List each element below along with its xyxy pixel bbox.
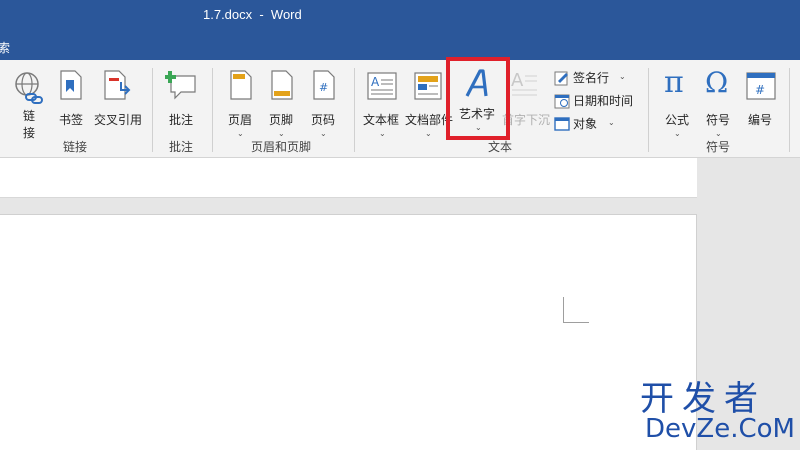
svg-text:A: A xyxy=(511,70,524,91)
date-time-button[interactable]: 日期和时间 xyxy=(553,92,637,110)
footer-button[interactable]: 页脚 ⌄ xyxy=(264,68,300,140)
footer-label: 页脚 xyxy=(269,113,294,127)
bookmark-button[interactable]: 书签 xyxy=(56,68,86,128)
footer-chevron-icon: ⌄ xyxy=(278,129,285,138)
tab-search-partial[interactable]: 索 xyxy=(0,39,10,56)
calendar-icon xyxy=(554,94,570,109)
separator xyxy=(789,68,790,152)
page-number-chevron-icon: ⌄ xyxy=(320,129,327,138)
header-icon xyxy=(230,70,252,100)
object-button[interactable]: 对象 ⌄ xyxy=(553,115,623,133)
pi-icon: π xyxy=(664,65,684,100)
svg-text:A: A xyxy=(371,75,380,89)
previous-page-bottom xyxy=(0,158,697,198)
wordart-highlight-box xyxy=(446,57,510,140)
symbol-label: 符号 xyxy=(706,113,731,127)
signature-line-icon xyxy=(554,71,568,86)
textbox-icon: A xyxy=(367,72,397,100)
object-icon xyxy=(554,117,570,131)
equation-button[interactable]: π 公式 ⌄ xyxy=(660,65,696,140)
object-chevron-icon: ⌄ xyxy=(608,118,615,127)
drop-cap-icon: A xyxy=(511,70,537,96)
textbox-button[interactable]: A 文本框 ⌄ xyxy=(362,68,402,140)
watermark-line2: DevZe.CoM xyxy=(645,414,795,444)
bookmark-icon xyxy=(60,70,82,100)
page-number-button[interactable]: # 页码 ⌄ xyxy=(306,68,342,140)
comment-icon xyxy=(165,71,196,100)
symbol-chevron-icon: ⌄ xyxy=(715,129,722,138)
watermark-line1: 开发者 xyxy=(640,379,766,419)
new-comment-button[interactable]: 批注 xyxy=(163,68,199,128)
ribbon: 链 接 书签 交叉引用 链接 批注 批注 页眉 ⌄ 页脚 ⌄ # 页码 ⌄ 页眉… xyxy=(0,60,800,158)
link-label-line2: 接 xyxy=(23,126,36,140)
quick-parts-button[interactable]: 文档部件 ⌄ xyxy=(404,68,453,140)
cross-reference-icon xyxy=(104,70,131,100)
separator xyxy=(354,68,355,152)
symbol-button[interactable]: Ω 符号 ⌄ xyxy=(701,66,737,140)
drop-cap-button: A 首字下沉 xyxy=(502,68,550,128)
header-label: 页眉 xyxy=(228,113,253,127)
textbox-label: 文本框 xyxy=(363,113,400,127)
comment-label: 批注 xyxy=(169,113,194,127)
equation-label: 公式 xyxy=(665,113,690,127)
document-page[interactable] xyxy=(0,214,697,450)
page-number-icon: # xyxy=(313,70,335,100)
svg-text:#: # xyxy=(755,83,765,97)
ribbon-tab-row: 索 xyxy=(0,32,800,60)
window-title: 1.7.docx - Word xyxy=(203,7,302,22)
margin-corner-mark xyxy=(563,297,589,323)
bookmark-label: 书签 xyxy=(59,113,84,127)
header-footer-group-label: 页眉和页脚 xyxy=(251,140,312,154)
numbering-button[interactable]: # 编号 xyxy=(743,68,779,128)
signature-line-label: 签名行 xyxy=(573,71,610,85)
signature-line-chevron-icon: ⌄ xyxy=(619,72,626,81)
comments-group-label: 批注 xyxy=(169,140,194,154)
header-button[interactable]: 页眉 ⌄ xyxy=(223,68,259,140)
object-label: 对象 xyxy=(573,117,598,131)
links-group-label: 链接 xyxy=(63,140,88,154)
omega-icon: Ω xyxy=(705,66,729,99)
symbols-group-label: 符号 xyxy=(706,140,731,154)
numbering-label: 编号 xyxy=(748,113,773,127)
equation-chevron-icon: ⌄ xyxy=(674,129,681,138)
text-group-label: 文本 xyxy=(488,140,513,154)
separator xyxy=(152,68,153,152)
separator xyxy=(212,68,213,152)
textbox-chevron-icon: ⌄ xyxy=(379,129,386,138)
page-number-label: 页码 xyxy=(311,113,336,127)
link-globe-icon xyxy=(15,72,43,104)
signature-line-button[interactable]: 签名行 ⌄ xyxy=(553,69,633,87)
quick-parts-icon xyxy=(414,72,442,100)
cross-reference-button[interactable]: 交叉引用 xyxy=(92,68,144,128)
cross-reference-label: 交叉引用 xyxy=(94,113,143,127)
separator xyxy=(648,68,649,152)
date-time-label: 日期和时间 xyxy=(573,94,634,108)
link-button[interactable]: 链 接 xyxy=(10,68,48,140)
numbering-icon: # xyxy=(746,72,776,100)
title-bar: 1.7.docx - Word xyxy=(0,0,800,32)
footer-icon xyxy=(271,70,293,100)
link-label-line1: 链 xyxy=(23,109,36,123)
header-chevron-icon: ⌄ xyxy=(237,129,244,138)
svg-text:#: # xyxy=(319,81,328,94)
quick-parts-chevron-icon: ⌄ xyxy=(425,129,432,138)
page-gap xyxy=(0,198,697,214)
